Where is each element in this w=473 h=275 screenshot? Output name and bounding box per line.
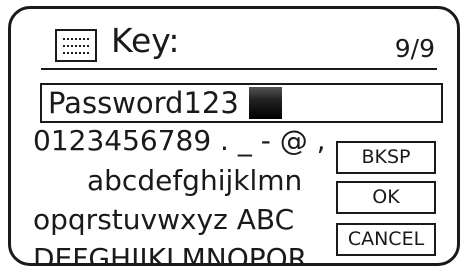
key-entry-value: Password123	[48, 86, 239, 120]
keyboard-icon	[55, 29, 97, 62]
header-divider	[41, 68, 437, 70]
backspace-button[interactable]: BKSP	[336, 141, 436, 174]
cancel-button[interactable]: CANCEL	[336, 223, 436, 256]
keyboard-row-lowercase-2[interactable]: opqrstuvwxyz ABC	[33, 204, 294, 236]
display-screen: Key: 9/9 Password123 0123456789 . _ - @ …	[8, 6, 460, 266]
keyboard-row-lowercase-1[interactable]: abcdefghijklmn	[87, 165, 302, 197]
keyboard-row-uppercase[interactable]: DEFGHIJKLMNOPQR	[33, 243, 307, 264]
key-entry-field[interactable]: Password123	[40, 83, 443, 123]
ok-button[interactable]: OK	[336, 181, 436, 214]
text-cursor	[249, 87, 282, 119]
page-title: Key:	[111, 21, 180, 60]
keyboard-row-symbols[interactable]: 0123456789 . _ - @ ,	[33, 125, 326, 157]
character-counter: 9/9	[394, 34, 435, 63]
